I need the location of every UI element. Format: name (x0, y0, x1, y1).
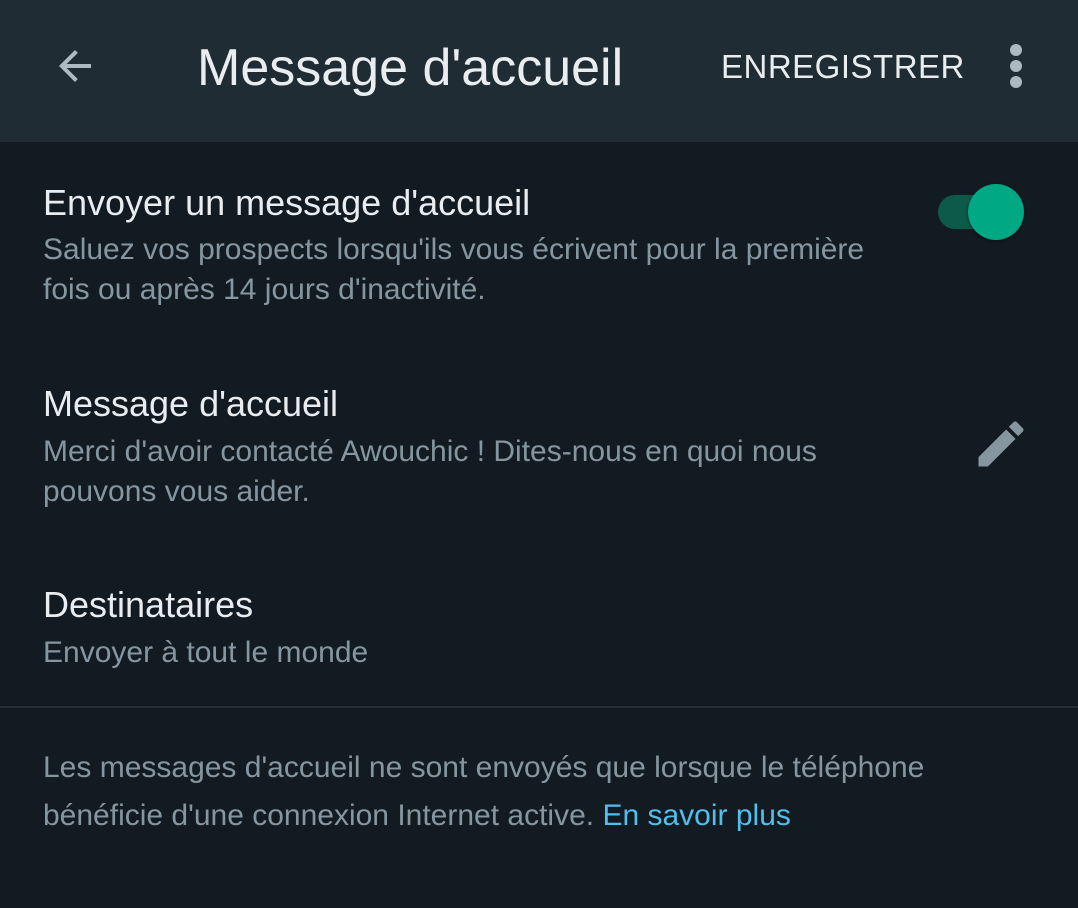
recipients-value: Envoyer à tout le monde (43, 636, 369, 669)
send-greeting-subtitle: Saluez vos prospects lorsqu'ils vous écr… (43, 233, 865, 306)
learn-more-link[interactable]: En savoir plus (602, 799, 790, 832)
pencil-icon (978, 421, 1024, 467)
save-button[interactable]: ENREGISTRER (721, 46, 965, 88)
more-vertical-icon (1010, 44, 1022, 88)
edit-message-button[interactable] (968, 413, 1034, 475)
page-title: Message d'accueil (197, 39, 624, 97)
divider (0, 706, 1078, 708)
arrow-left-icon (59, 50, 91, 82)
back-button[interactable] (36, 30, 114, 102)
more-options-button[interactable] (992, 36, 1040, 96)
toggle-thumb (968, 184, 1024, 240)
app-bar: Message d'accueil ENREGISTRER (0, 0, 1078, 142)
recipients-title: Destinataires (43, 584, 254, 625)
greeting-message-title: Message d'accueil (43, 383, 339, 424)
send-greeting-toggle[interactable] (936, 184, 1028, 240)
greeting-message-screen: Message d'accueil ENREGISTRER Envoyer un… (0, 0, 1078, 908)
footer-note-text: Les messages d'accueil ne sont envoyés q… (43, 751, 925, 832)
footer-note: Les messages d'accueil ne sont envoyés q… (43, 744, 1043, 840)
greeting-message-text: Merci d'avoir contacté Awouchic ! Dites-… (43, 435, 817, 508)
send-greeting-title: Envoyer un message d'accueil (43, 182, 531, 223)
